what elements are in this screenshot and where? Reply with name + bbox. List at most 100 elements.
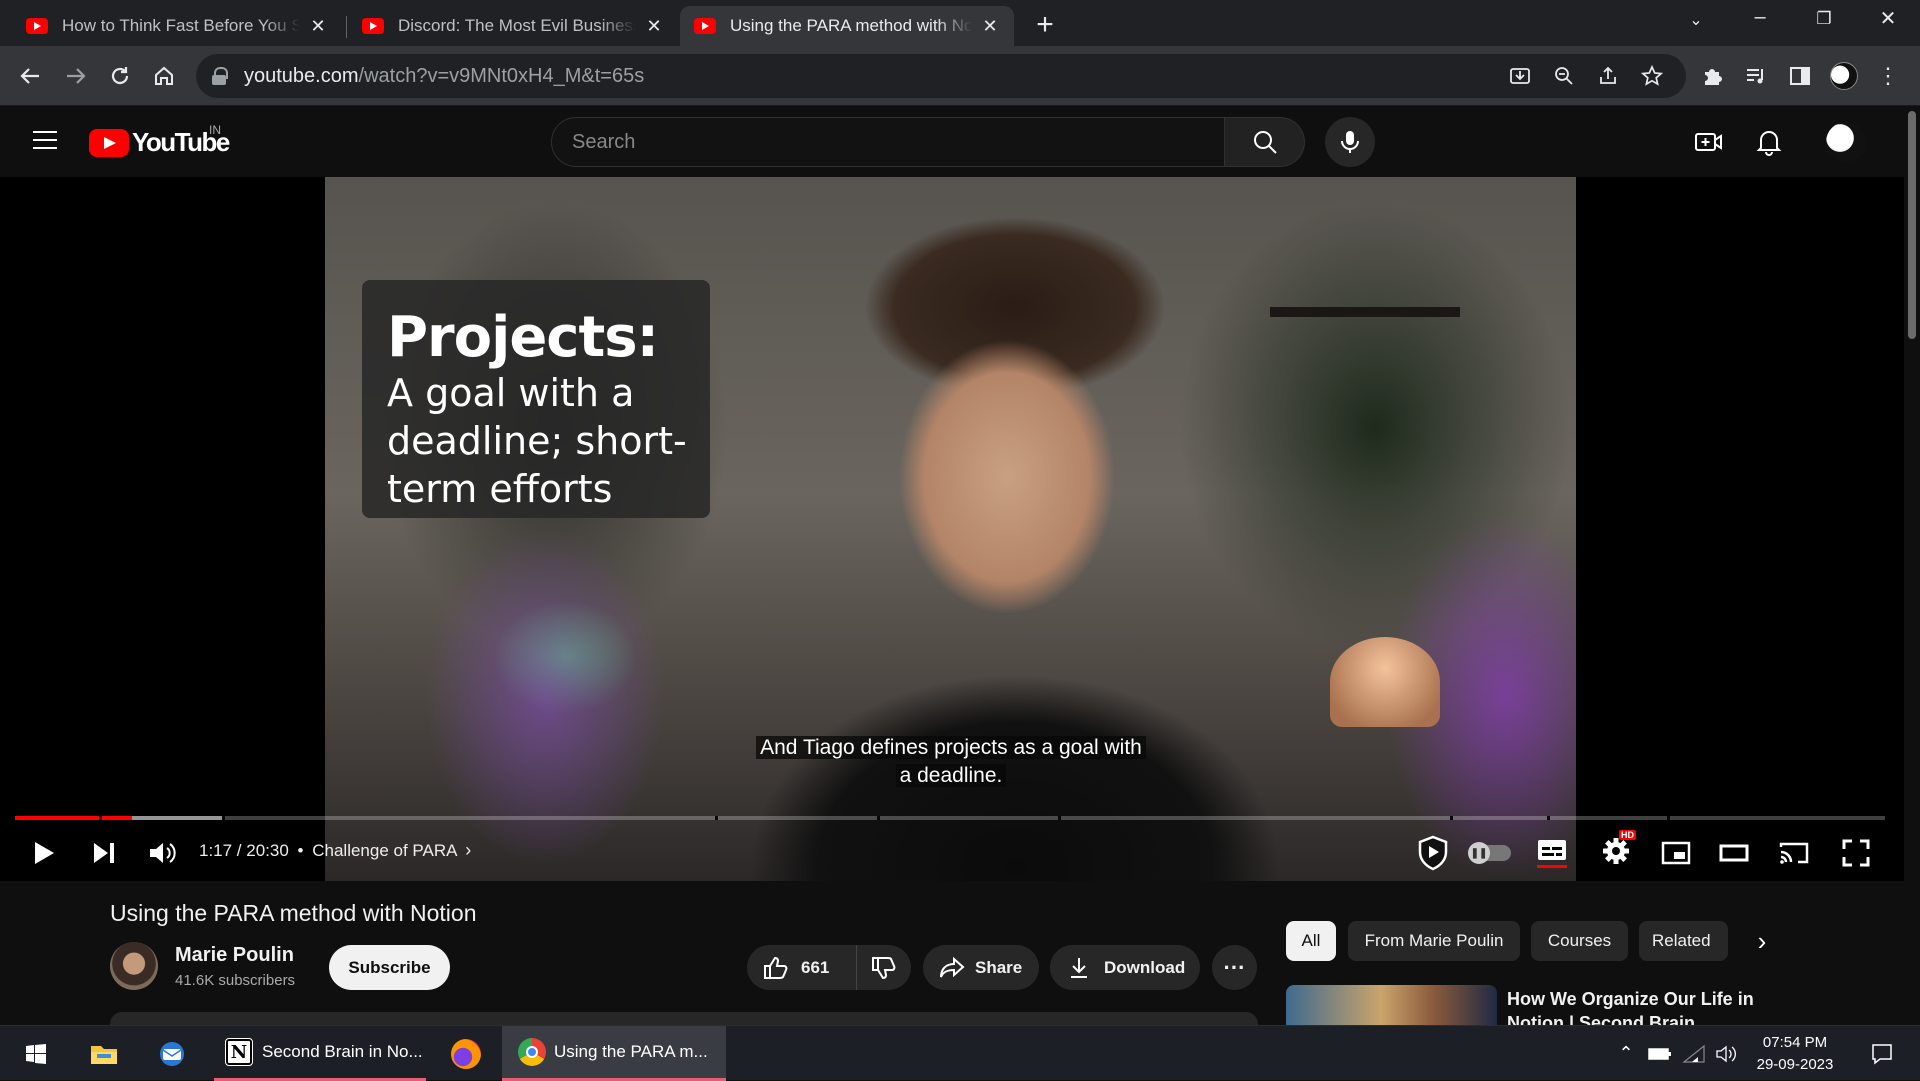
url-path: /watch?v=v9MNt0xH4_M&t=65s <box>358 64 645 87</box>
extensions-icon[interactable] <box>1696 60 1728 92</box>
notifications-icon[interactable] <box>1752 125 1786 159</box>
search-button[interactable] <box>1225 117 1305 167</box>
channel-avatar[interactable] <box>110 942 158 990</box>
back-icon[interactable] <box>14 60 46 92</box>
taskbar-chrome-app[interactable]: Using the PARA m... <box>502 1026 726 1081</box>
chip-all[interactable]: All <box>1286 921 1336 961</box>
chrome-icon <box>518 1038 546 1066</box>
create-icon[interactable] <box>1692 125 1726 159</box>
browser-toolbar: youtube.com/watch?v=v9MNt0xH4_M&t=65s ⋮ <box>0 46 1920 106</box>
firefox-icon[interactable] <box>444 1026 488 1081</box>
search-icon <box>1253 131 1277 154</box>
subscriber-count: 41.6K subscribers <box>175 972 296 989</box>
recommended-video-title[interactable]: How We Organize Our Life in Notion | Sec… <box>1507 987 1767 1025</box>
zoom-icon[interactable] <box>1550 62 1578 90</box>
chapter-title[interactable]: Challenge of PARA <box>312 841 456 860</box>
account-avatar[interactable] <box>1826 122 1866 162</box>
voice-search-button[interactable] <box>1325 117 1375 167</box>
scrollbar-thumb[interactable] <box>1908 111 1916 339</box>
slide-heading: Projects: <box>387 305 659 370</box>
file-explorer-icon[interactable] <box>82 1026 126 1081</box>
microphone-icon <box>1341 131 1359 153</box>
miniplayer-button[interactable] <box>1654 833 1698 873</box>
close-tab-icon[interactable]: ✕ <box>644 16 664 37</box>
shield-play-extension-button[interactable] <box>1412 833 1454 873</box>
windows-start-icon[interactable] <box>14 1026 58 1081</box>
cast-button[interactable] <box>1772 833 1816 873</box>
video-player[interactable]: Projects: A goal with a deadline; short-… <box>0 177 1904 881</box>
more-actions-button[interactable]: ··· <box>1212 945 1257 990</box>
volume-tray-icon[interactable] <box>1710 1026 1742 1081</box>
next-button[interactable] <box>86 833 122 873</box>
tab-title: Discord: The Most Evil Business Model <box>398 16 636 35</box>
menu-icon[interactable]: ⋮ <box>1872 60 1904 92</box>
mail-icon[interactable] <box>150 1026 194 1081</box>
tab-how-to-think-fast[interactable]: How to Think Fast Before You Speak ✕ <box>12 6 342 46</box>
like-dislike-group: 661 <box>747 945 911 990</box>
lock-icon[interactable] <box>212 67 228 85</box>
chip-from-marie-poulin[interactable]: From Marie Poulin <box>1348 921 1520 961</box>
forward-icon[interactable] <box>60 60 92 92</box>
chip-related[interactable]: Related <box>1639 921 1728 961</box>
youtube-icon <box>694 18 716 34</box>
theater-mode-button[interactable] <box>1712 833 1756 873</box>
battery-icon[interactable] <box>1644 1026 1676 1081</box>
tab-title: How to Think Fast Before You Speak <box>62 16 300 35</box>
wifi-icon[interactable] <box>1678 1026 1710 1081</box>
search-placeholder: Search <box>572 130 636 153</box>
search-input[interactable]: Search <box>551 117 1225 167</box>
youtube-logo[interactable]: YouTube IN <box>89 123 230 158</box>
profile-avatar[interactable] <box>1828 60 1860 92</box>
fullscreen-button[interactable] <box>1834 833 1878 873</box>
notifications-center-icon[interactable] <box>1862 1026 1902 1081</box>
restore-icon[interactable]: ❐ <box>1804 9 1844 29</box>
close-tab-icon[interactable]: ✕ <box>308 16 328 37</box>
browser-tab-strip: How to Think Fast Before You Speak ✕ Dis… <box>0 0 1920 46</box>
taskbar-notion-app[interactable]: N Second Brain in No... <box>214 1026 426 1081</box>
new-tab-icon[interactable]: + <box>1030 8 1060 42</box>
share-icon[interactable] <box>1594 62 1622 90</box>
bookmark-star-icon[interactable] <box>1638 62 1666 90</box>
chapter-divider <box>715 816 718 820</box>
autoplay-toggle[interactable]: ❚❚ <box>1466 833 1516 873</box>
reload-icon[interactable] <box>104 60 136 92</box>
tab-title: Using the PARA method with Notion <box>730 16 972 35</box>
close-window-icon[interactable]: ✕ <box>1868 6 1908 31</box>
dislike-button[interactable] <box>857 945 911 990</box>
subscribe-button[interactable]: Subscribe <box>329 945 450 990</box>
chips-next-chevron-icon[interactable]: › <box>1740 921 1784 961</box>
tray-overflow-chevron-icon[interactable]: ⌃ <box>1612 1026 1640 1081</box>
media-control-icon[interactable] <box>1740 60 1772 92</box>
page-scrollbar[interactable] <box>1904 107 1920 1025</box>
slide-line: deadline; short- <box>387 419 687 463</box>
background-shelf <box>1270 307 1460 317</box>
minimize-icon[interactable]: – <box>1740 6 1780 29</box>
progress-bar[interactable] <box>15 816 1885 820</box>
taskbar-app-label: Using the PARA m... <box>554 1042 708 1061</box>
home-icon[interactable] <box>148 60 180 92</box>
play-button[interactable] <box>26 833 62 873</box>
time-display: 1:17 / 20:30 • Challenge of PARA › <box>199 840 471 861</box>
side-panel-icon[interactable] <box>1784 60 1816 92</box>
tab-search-chevron-icon[interactable]: ⌄ <box>1676 10 1716 30</box>
download-button[interactable]: Download <box>1050 945 1200 990</box>
address-bar[interactable]: youtube.com/watch?v=v9MNt0xH4_M&t=65s <box>196 54 1686 98</box>
subtitles-button[interactable] <box>1530 833 1574 873</box>
mute-button[interactable] <box>144 833 180 873</box>
chevron-right-icon[interactable]: › <box>465 840 471 860</box>
recommended-video-thumbnail[interactable] <box>1286 985 1497 1025</box>
share-button[interactable]: Share <box>923 945 1039 990</box>
tab-discord-evil-business[interactable]: Discord: The Most Evil Business Model ✕ <box>348 6 678 46</box>
install-icon[interactable] <box>1506 62 1534 90</box>
chapter-divider <box>1058 816 1061 820</box>
tab-using-para-method[interactable]: Using the PARA method with Notion ✕ <box>680 6 1014 46</box>
settings-button[interactable]: HD <box>1594 829 1638 873</box>
like-button[interactable]: 661 <box>747 945 857 990</box>
channel-name[interactable]: Marie Poulin <box>175 944 294 967</box>
pause-icon: ❚❚ <box>1468 842 1490 864</box>
hamburger-menu-icon[interactable] <box>33 131 57 151</box>
chip-courses[interactable]: Courses <box>1531 921 1628 961</box>
taskbar-clock[interactable]: 07:54 PM 29-09-2023 <box>1740 1032 1850 1076</box>
close-tab-icon[interactable]: ✕ <box>980 16 1000 37</box>
chapter-divider <box>99 816 102 820</box>
